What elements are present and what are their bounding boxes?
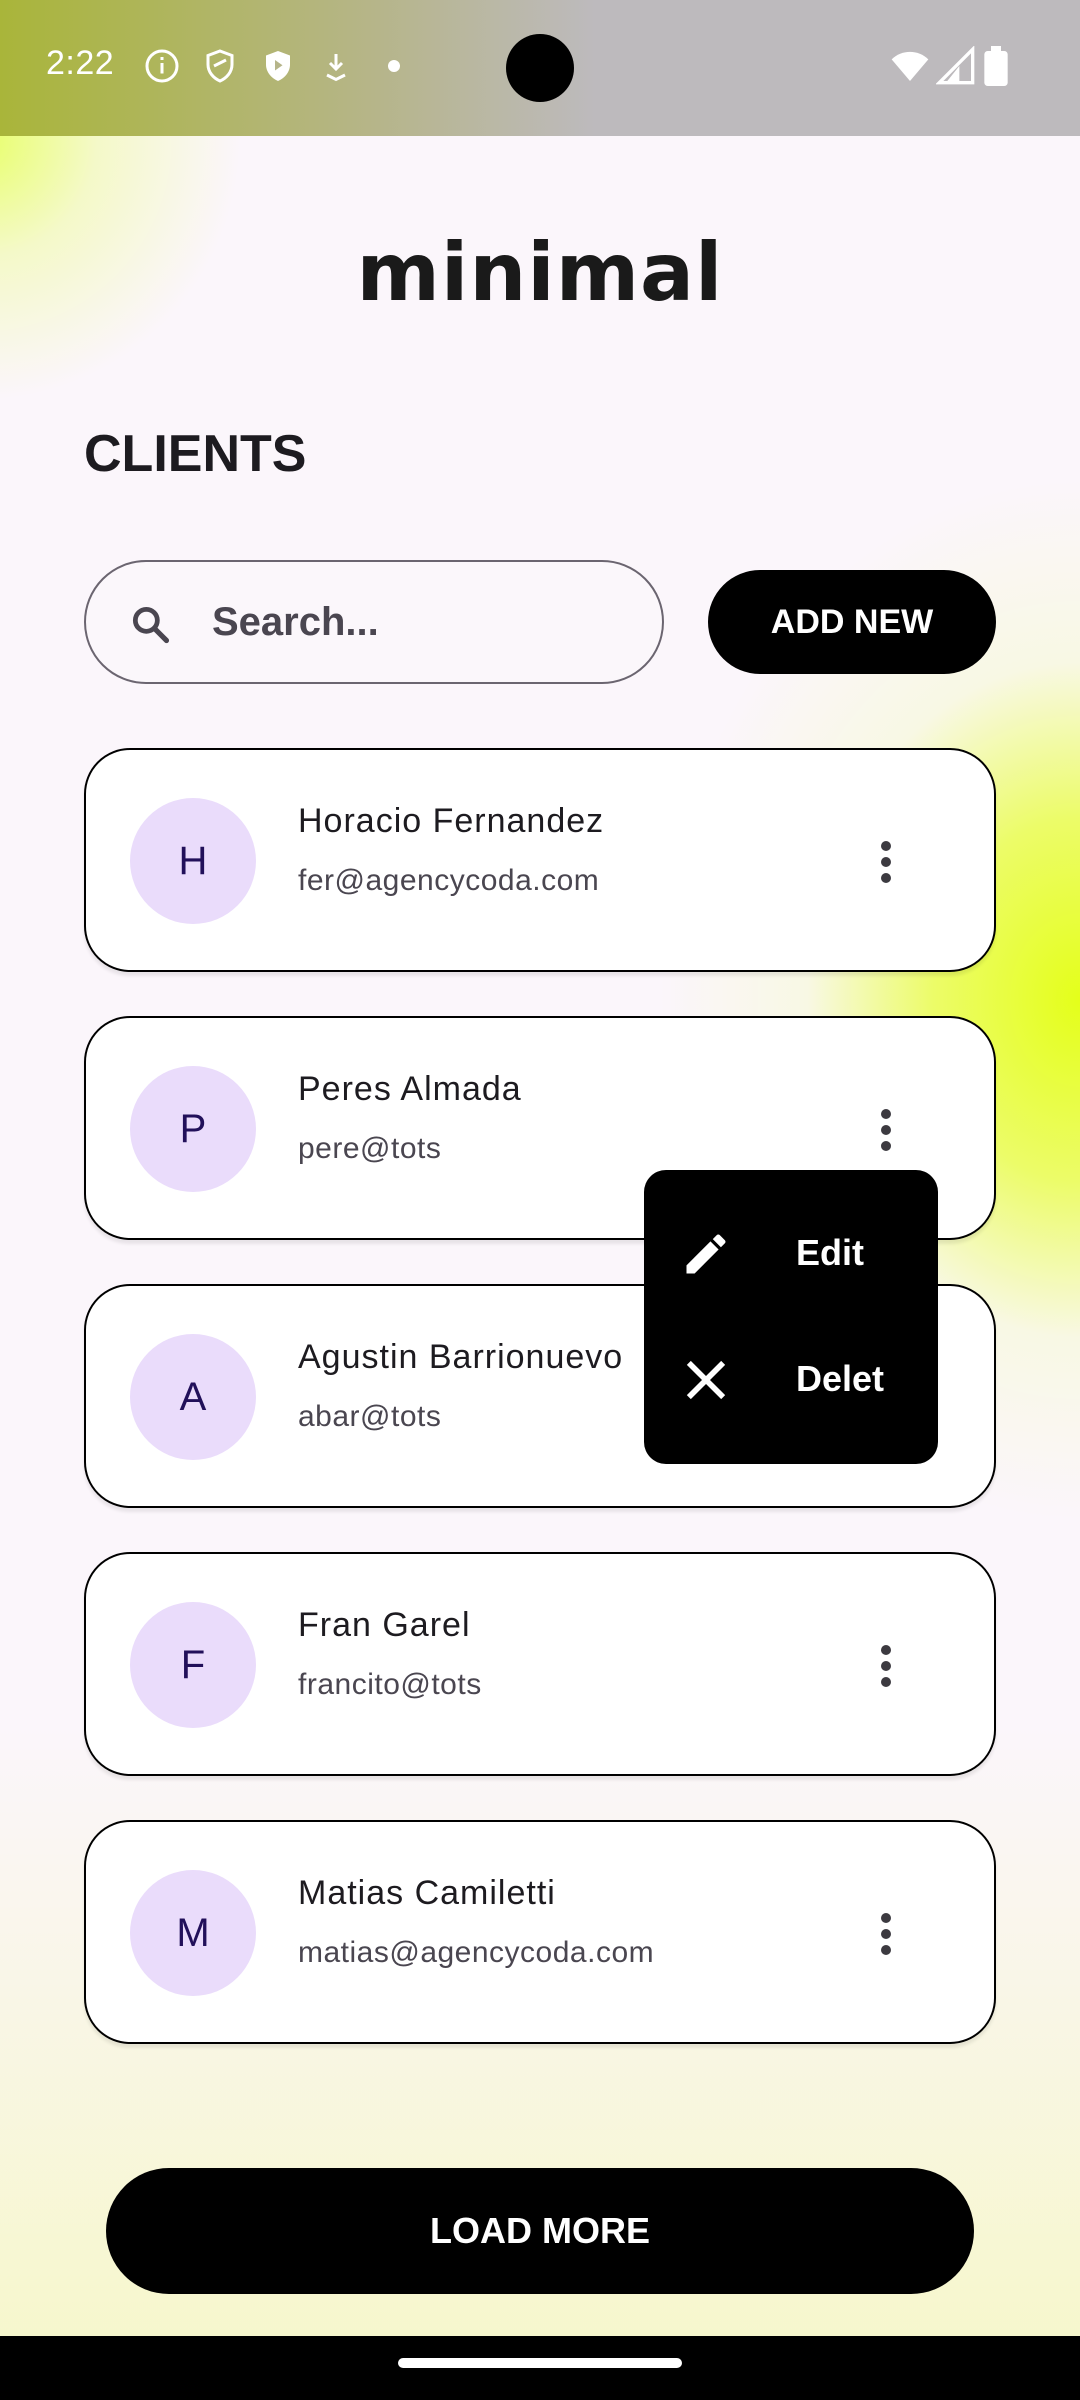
- client-card[interactable]: M Matias Camiletti matias@agencycoda.com: [84, 1820, 996, 2044]
- search-input[interactable]: Search...: [84, 560, 664, 684]
- shield-outline-icon: [206, 49, 234, 83]
- client-name: Fran Garel: [298, 1606, 471, 1644]
- battery-icon: [984, 46, 1008, 86]
- more-vert-icon[interactable]: [864, 1898, 908, 1970]
- load-more-button[interactable]: LOAD MORE: [106, 2168, 974, 2294]
- status-bar: 2:22: [0, 0, 1080, 136]
- close-icon: [686, 1360, 726, 1400]
- signal-icon: [936, 46, 975, 85]
- app-logo: minimal: [356, 226, 724, 319]
- avatar: A: [130, 1334, 256, 1460]
- search-icon: [132, 606, 170, 644]
- more-vert-icon[interactable]: [864, 826, 908, 898]
- info-icon: [145, 49, 179, 83]
- page-title: CLIENTS: [84, 425, 307, 483]
- menu-item-label: Edit: [796, 1232, 864, 1273]
- menu-item-edit[interactable]: Edit: [680, 1214, 920, 1294]
- shield-play-icon: [266, 51, 290, 81]
- add-new-button[interactable]: ADD NEW: [708, 570, 996, 674]
- avatar: H: [130, 798, 256, 924]
- download-icon: [326, 54, 346, 82]
- client-name: Matias Camiletti: [298, 1874, 556, 1912]
- camera-cutout: [506, 34, 574, 102]
- client-name: Peres Almada: [298, 1070, 522, 1108]
- client-card[interactable]: F Fran Garel francito@tots: [84, 1552, 996, 1776]
- client-email: pere@tots: [298, 1132, 442, 1165]
- client-name: Horacio Fernandez: [298, 802, 605, 840]
- client-email: fer@agencycoda.com: [298, 864, 600, 897]
- status-time: 2:22: [46, 44, 115, 82]
- avatar: M: [130, 1870, 256, 1996]
- context-menu: Edit Delet: [644, 1170, 938, 1464]
- client-email: abar@tots: [298, 1400, 442, 1433]
- home-gesture-handle[interactable]: [398, 2358, 682, 2368]
- navigation-bar: [0, 2336, 1080, 2400]
- menu-item-delete[interactable]: Delet: [680, 1340, 920, 1420]
- client-card[interactable]: H Horacio Fernandez fer@agencycoda.com: [84, 748, 996, 972]
- menu-item-label: Delet: [796, 1358, 885, 1399]
- client-email: francito@tots: [298, 1668, 482, 1701]
- dot-icon: [388, 60, 400, 72]
- client-name: Agustin Barrionuevo: [298, 1338, 624, 1376]
- avatar: P: [130, 1066, 256, 1192]
- more-vert-icon[interactable]: [864, 1094, 908, 1166]
- avatar: F: [130, 1602, 256, 1728]
- more-vert-icon[interactable]: [864, 1630, 908, 1702]
- search-placeholder: Search...: [212, 600, 379, 644]
- pencil-icon: [686, 1234, 726, 1274]
- client-email: matias@agencycoda.com: [298, 1936, 655, 1969]
- wifi-icon: [891, 51, 929, 81]
